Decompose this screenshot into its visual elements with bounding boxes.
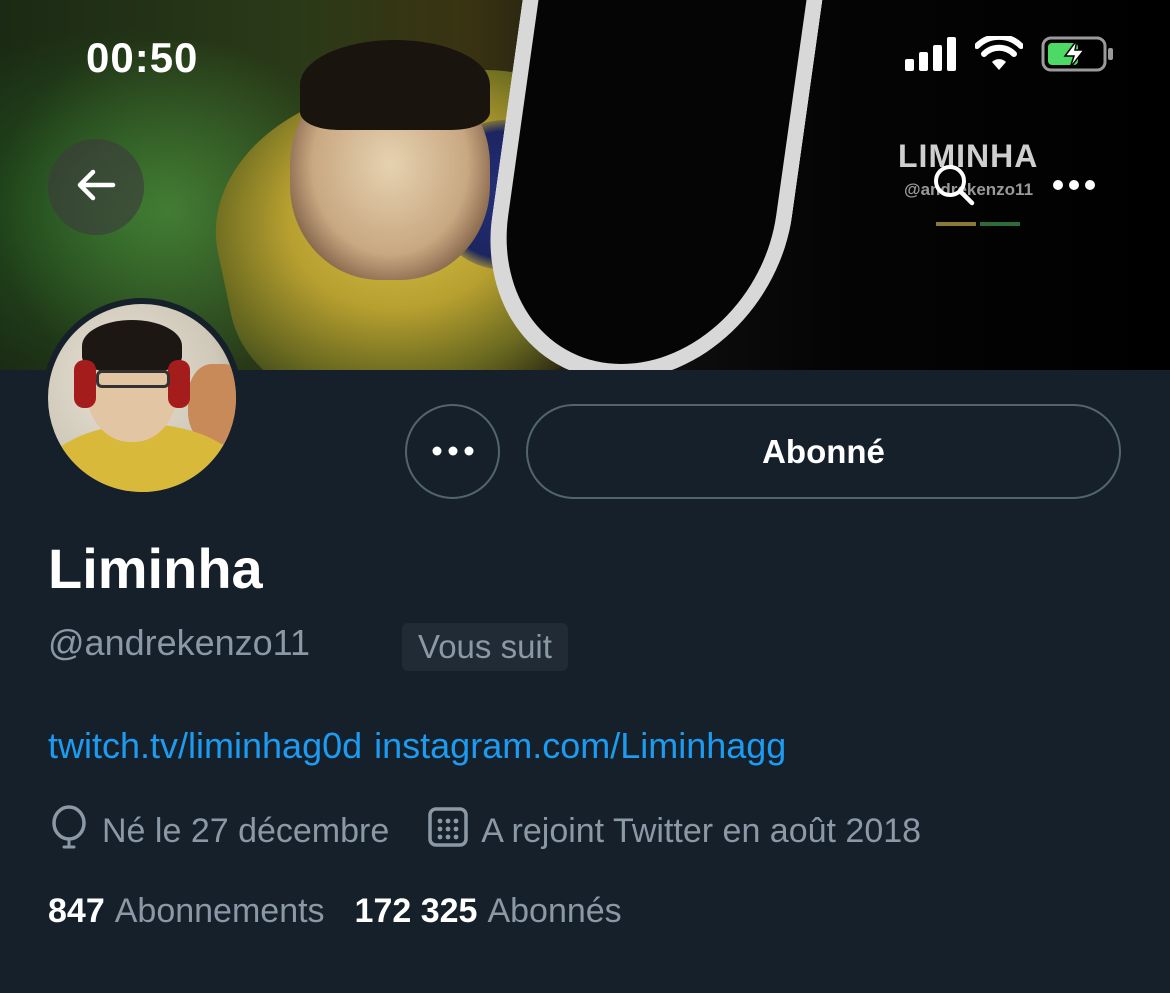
search-button[interactable] <box>906 139 1002 235</box>
avatar-hair <box>82 320 182 372</box>
status-time: 00:50 <box>86 34 199 81</box>
more-options-button[interactable] <box>1026 139 1122 235</box>
more-horizontal-icon <box>432 443 474 461</box>
status-icons <box>905 33 1115 77</box>
search-icon <box>931 162 977 213</box>
following-link[interactable]: 847 Abonnements <box>48 892 325 931</box>
follow-counts: 847 Abonnements 172 325 Abonnés <box>48 892 622 931</box>
profile-more-button[interactable] <box>405 404 500 499</box>
battery-charging-icon <box>1041 36 1115 77</box>
banner-shield-graphic <box>469 0 831 370</box>
user-handle: @andrekenzo11 <box>48 622 311 663</box>
birthday-text: Né le 27 décembre <box>102 812 390 850</box>
following-label: Abonnements <box>114 892 325 930</box>
back-button[interactable] <box>48 139 144 235</box>
bio-link-twitch[interactable]: twitch.tv/liminhag0d <box>48 725 362 767</box>
display-name: Liminha <box>48 537 263 600</box>
joined-text: A rejoint Twitter en août 2018 <box>481 812 922 850</box>
avatar-headphone-right <box>168 360 190 408</box>
balloon-icon <box>48 805 90 858</box>
more-horizontal-icon <box>1052 178 1096 196</box>
birthday-item: Né le 27 décembre <box>48 805 389 858</box>
profile-avatar[interactable] <box>42 298 242 498</box>
banner-person-hair <box>300 40 490 130</box>
calendar-icon <box>427 806 469 857</box>
bio-links: twitch.tv/liminhag0d instagram.com/Limin… <box>48 725 786 767</box>
follows-you-badge: Vous suit <box>402 623 568 671</box>
followers-link[interactable]: 172 325 Abonnés <box>355 892 622 931</box>
joined-item: A rejoint Twitter en août 2018 <box>427 806 921 857</box>
back-arrow-icon <box>75 164 117 211</box>
followers-label: Abonnés <box>487 892 622 930</box>
wifi-icon <box>974 33 1024 77</box>
followers-count: 172 325 <box>354 892 478 930</box>
following-button[interactable]: Abonné <box>526 404 1121 499</box>
following-count: 847 <box>48 892 105 930</box>
avatar-glasses <box>96 370 170 388</box>
cellular-signal-icon <box>905 37 957 76</box>
avatar-headphone-left <box>74 360 96 408</box>
profile-meta: Né le 27 décembre A rejoint Twitter en a… <box>48 805 921 858</box>
bio-link-instagram[interactable]: instagram.com/Liminhagg <box>374 725 786 767</box>
